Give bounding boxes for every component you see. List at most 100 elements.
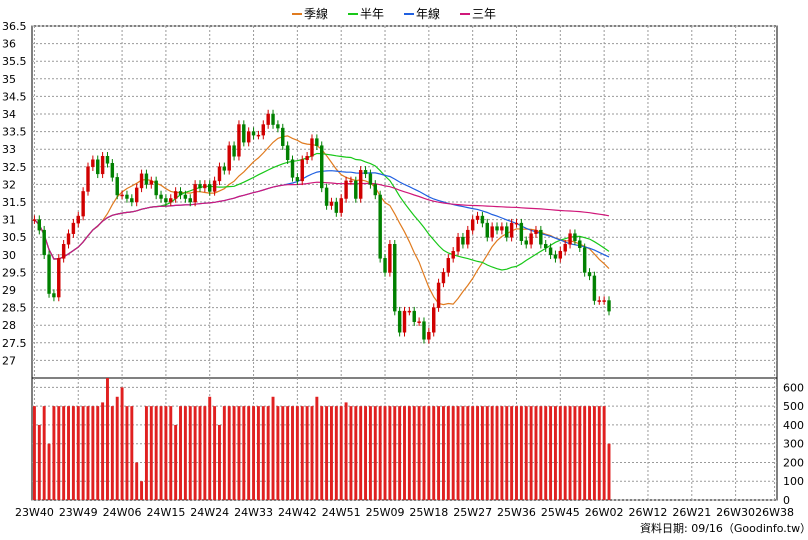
candle-body [52,293,56,298]
volume-bar [388,406,392,500]
volume-bar [256,406,260,500]
volume-bar [330,406,333,500]
candle-body [358,170,363,199]
volume-bar [149,406,153,500]
candle-body [105,155,110,164]
x-tick-label: 24W42 [278,506,317,519]
volume-bar [451,406,455,500]
candle-body [373,184,377,196]
volume-bar [315,396,319,500]
volume-bar [505,406,509,500]
volume-bar [446,406,450,500]
volume-tick-label: 500 [783,400,804,413]
candle-body [480,215,485,224]
volume-bar [588,406,591,500]
candlestick [86,162,90,196]
candle-body [466,229,470,245]
candle-body [397,310,402,333]
candle-body [456,236,460,252]
price-tick-label: 31 [2,214,16,227]
candle-body [563,243,567,252]
volume-bar [417,406,421,500]
candle-body [602,300,606,302]
candle-body [446,258,451,273]
volume-bar [510,406,514,500]
stock-chart: 季線 半年 年線 三年 27 27.5 28 28.5 29 29.5 30 30.5 31 31.5 3… [0,0,808,540]
candle-body [578,240,582,249]
volume-bar [252,406,256,500]
candlestick [582,243,587,277]
candle-body [607,300,611,312]
volume-bar [437,406,441,500]
candle-body [37,219,42,231]
candle-body [271,113,275,125]
candle-body [461,236,465,245]
candlestick [237,120,241,161]
candlestick [397,306,402,337]
candle-body [368,173,373,185]
x-tick-label: 25W45 [541,506,580,519]
x-tick-label: 24W15 [146,506,185,519]
candle-body [32,219,37,221]
x-tick-label: 24W06 [103,506,142,519]
candle-body [417,321,421,323]
volume-bar [57,406,61,500]
volume-tick-label: 400 [783,419,804,432]
volume-bar [106,378,109,500]
price-tick-label: 29 [2,284,16,297]
volume-bar [549,406,553,500]
candle-body [441,272,446,284]
volume-bar [529,406,533,500]
volume-bar [524,406,528,500]
volume-bar [592,406,596,500]
candlestick [388,240,392,277]
volume-bar [193,406,197,500]
candle-body [320,145,324,189]
x-tick-label: 26W21 [672,506,711,519]
candle-body [300,159,304,182]
candlestick [227,141,231,175]
volume-bar [218,424,221,500]
volume-bar [573,406,577,500]
volume-bar [334,406,338,500]
candle-body [81,191,85,217]
candle-body [339,198,343,213]
volume-bar [519,406,523,500]
volume-bar [62,406,66,500]
volume-bar [398,406,402,500]
x-tick-label: 26W38 [755,506,794,519]
candlestick [402,306,407,337]
candle-body [222,166,227,171]
volume-tick-label: 300 [783,438,804,451]
candle-body [505,226,509,238]
volume-bar [47,443,51,500]
price-tick-label: 35.5 [2,55,27,68]
candle-body [315,138,319,146]
candle-body [587,272,592,277]
x-tick-label: 24W51 [322,506,361,519]
candle-body [183,194,188,199]
candle-body [436,282,441,308]
volume-bar [222,406,226,500]
candle-body [485,222,489,238]
candle-body [534,229,538,234]
candle-body [100,155,105,175]
x-tick-label: 23W49 [59,506,98,519]
price-tick-label: 27.5 [2,337,27,350]
candle-body [427,331,431,340]
candle-body [344,180,348,199]
volume-bar [188,406,192,500]
volume-bar [110,406,114,500]
volume-bar [544,406,548,500]
volume-bar [568,406,572,500]
candle-body [198,184,202,189]
volume-bar [291,406,294,500]
x-tick-label: 25W27 [453,506,492,519]
candle-body [91,159,95,168]
candle-body [266,113,270,125]
candle-body [86,166,90,192]
candlestick [378,190,382,263]
candle-body [475,215,480,220]
candle-body [451,251,455,259]
volume-bar [232,406,236,500]
